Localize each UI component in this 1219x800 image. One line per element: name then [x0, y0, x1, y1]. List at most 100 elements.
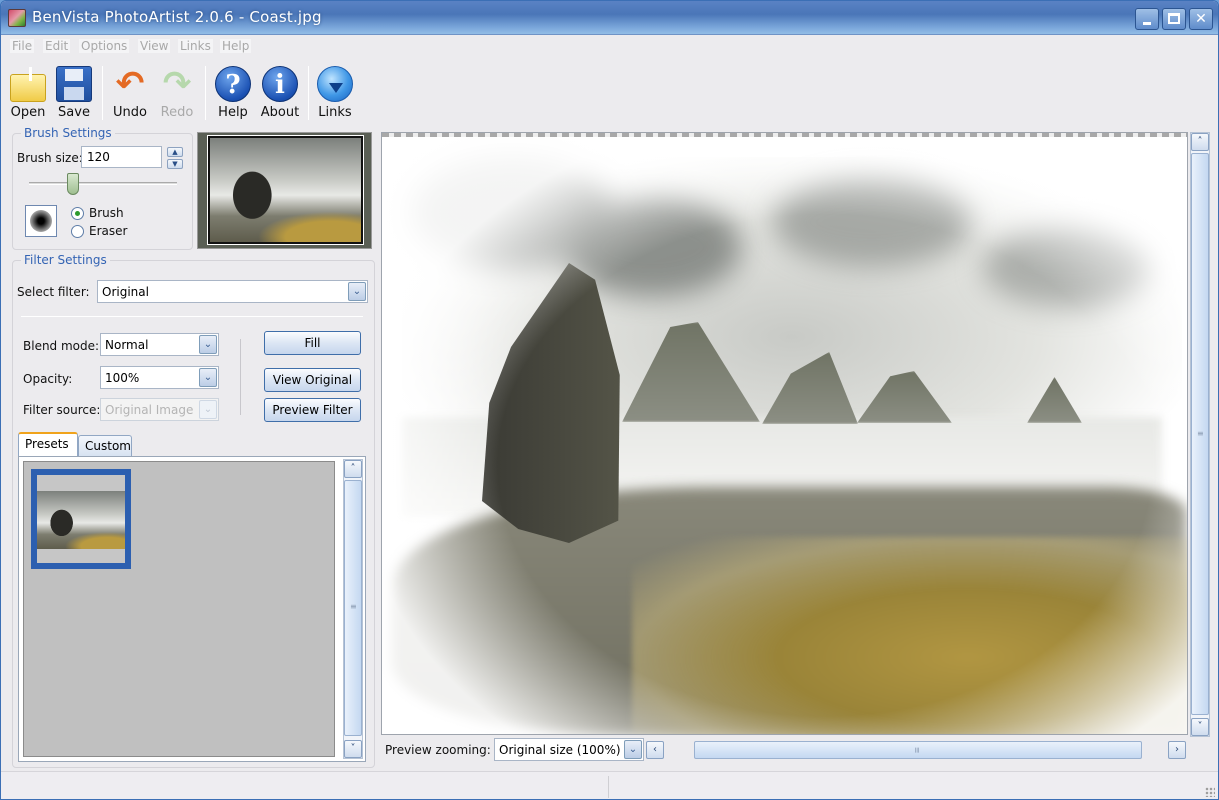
app-window: BenVista PhotoArtist 2.0.6 - Coast.jpg ✕… [0, 0, 1219, 800]
canvas-vertical-scrollbar[interactable]: ˄ ≡ ˅ [1190, 132, 1210, 737]
preview-filter-button[interactable]: Preview Filter [264, 398, 361, 422]
blend-mode-label: Blend mode: [23, 339, 100, 353]
brush-shape-preview[interactable] [25, 205, 57, 237]
toolbar-separator [102, 66, 103, 120]
grip-icon: ≡ [350, 602, 357, 611]
info-icon: i [262, 66, 298, 102]
coast-image[interactable] [382, 137, 1187, 734]
menu-help[interactable]: Help [220, 39, 252, 53]
opacity-value: 100% [105, 371, 140, 385]
filter-divider [21, 316, 363, 317]
links-label: Links [318, 105, 352, 120]
open-label: Open [10, 105, 46, 120]
grip-icon: ≡ [912, 746, 922, 754]
menu-view[interactable]: View [138, 39, 171, 53]
scroll-left-button[interactable]: ‹ [646, 741, 664, 759]
brush-settings-title: Brush Settings [21, 126, 115, 140]
brush-size-slider-thumb[interactable] [67, 173, 79, 195]
maximize-button[interactable] [1162, 8, 1186, 30]
status-bar [1, 771, 1218, 799]
menu-bar: File Edit Options View Links Help [1, 36, 1218, 56]
chevron-down-icon[interactable]: ⌄ [348, 282, 366, 301]
close-button[interactable]: ✕ [1189, 8, 1213, 30]
navigator-thumbnail[interactable] [197, 132, 372, 249]
canvas-horizontal-scrollbar[interactable]: ‹ ≡ › [646, 740, 1188, 760]
filter-source-label: Filter source: [23, 403, 101, 417]
toolbar: Open Save ↶ Undo ↷ Redo ? Help i About L… [1, 58, 1218, 124]
tab-custom[interactable]: Custom [78, 435, 132, 457]
chevron-down-icon[interactable]: ⌄ [199, 335, 217, 354]
undo-arrow-icon: ↶ [115, 64, 145, 104]
brush-size-input[interactable]: 120 [81, 146, 162, 168]
chevron-down-icon: ˅ [350, 743, 356, 754]
redo-button[interactable]: ↷ Redo [155, 64, 199, 124]
redo-label: Redo [160, 105, 194, 120]
save-button[interactable]: Save [52, 64, 96, 124]
minimize-button[interactable] [1135, 8, 1159, 30]
scroll-right-button[interactable]: › [1168, 741, 1186, 759]
presets-scroll-thumb[interactable]: ≡ [344, 480, 362, 736]
select-filter-dropdown[interactable]: Original ⌄ [97, 280, 368, 303]
help-icon: ? [215, 66, 251, 102]
presets-scrollbar[interactable]: ˄ ≡ ˅ [343, 459, 363, 759]
window-title: BenVista PhotoArtist 2.0.6 - Coast.jpg [32, 8, 322, 26]
close-icon: ✕ [1195, 11, 1207, 27]
eraser-radio-label[interactable]: Eraser [89, 224, 127, 238]
chevron-up-icon: ˄ [350, 463, 356, 474]
menu-edit[interactable]: Edit [43, 39, 71, 53]
blend-mode-dropdown[interactable]: Normal ⌄ [100, 333, 219, 356]
filter-source-dropdown: Original Image ⌄ [100, 398, 219, 421]
navigator-viewport[interactable] [207, 135, 364, 245]
brush-size-label: Brush size: [17, 151, 83, 165]
preset-item-coast[interactable] [31, 469, 131, 569]
scroll-down-button[interactable]: ˅ [1191, 718, 1209, 736]
menu-links[interactable]: Links [178, 39, 213, 53]
chevron-left-icon: ‹ [653, 744, 657, 755]
chevron-up-icon: ˄ [1197, 136, 1203, 147]
brush-radio-label[interactable]: Brush [89, 206, 124, 220]
image-canvas[interactable] [381, 132, 1188, 735]
chevron-down-icon[interactable]: ⌄ [199, 368, 217, 387]
opacity-dropdown[interactable]: 100% ⌄ [100, 366, 219, 389]
brush-radio[interactable] [71, 207, 84, 220]
canvas-hscroll-thumb[interactable]: ≡ [694, 741, 1142, 759]
help-button[interactable]: ? Help [211, 64, 255, 124]
scroll-up-button[interactable]: ˄ [344, 460, 362, 478]
open-button[interactable]: Open [6, 64, 50, 124]
scroll-down-button[interactable]: ˅ [344, 740, 362, 758]
view-original-button[interactable]: View Original [264, 368, 361, 392]
chevron-down-icon: ˅ [1197, 721, 1203, 732]
filter-settings-title: Filter Settings [21, 253, 110, 267]
about-label: About [260, 105, 300, 120]
opacity-label: Opacity: [23, 372, 73, 386]
menu-file[interactable]: File [10, 39, 35, 53]
filter-vertical-divider [240, 339, 241, 415]
tab-presets[interactable]: Presets [18, 432, 78, 456]
scroll-up-button[interactable]: ˄ [1191, 133, 1209, 151]
floppy-disk-icon [56, 66, 92, 102]
links-button[interactable]: Links [313, 64, 357, 124]
preview-zoom-dropdown[interactable]: Original size (100%) ⌄ [494, 738, 644, 761]
spin-up-icon[interactable]: ▲ [167, 147, 183, 157]
brush-size-stepper[interactable]: ▲ ▼ [167, 147, 183, 169]
filter-source-value: Original Image [105, 403, 194, 417]
title-bar[interactable]: BenVista PhotoArtist 2.0.6 - Coast.jpg ✕ [1, 1, 1218, 35]
about-button[interactable]: i About [258, 64, 302, 124]
chevron-down-icon[interactable]: ⌄ [624, 740, 642, 759]
fill-button[interactable]: Fill [264, 331, 361, 355]
menu-options[interactable]: Options [79, 39, 130, 53]
undo-button[interactable]: ↶ Undo [108, 64, 152, 124]
image-vignette [382, 137, 1187, 734]
globe-icon [317, 66, 353, 102]
minimize-icon [1143, 22, 1151, 25]
maximize-icon [1168, 13, 1180, 24]
spin-down-icon[interactable]: ▼ [167, 159, 183, 169]
eraser-radio[interactable] [71, 225, 84, 238]
save-label: Save [58, 105, 90, 120]
brush-size-slider-track[interactable] [29, 182, 177, 185]
app-icon [8, 9, 26, 27]
redo-arrow-icon: ↷ [162, 64, 192, 104]
resize-grip-icon[interactable] [1205, 787, 1215, 797]
preview-zoom-value: Original size (100%) [499, 743, 621, 757]
canvas-vscroll-thumb[interactable]: ≡ [1191, 153, 1209, 715]
